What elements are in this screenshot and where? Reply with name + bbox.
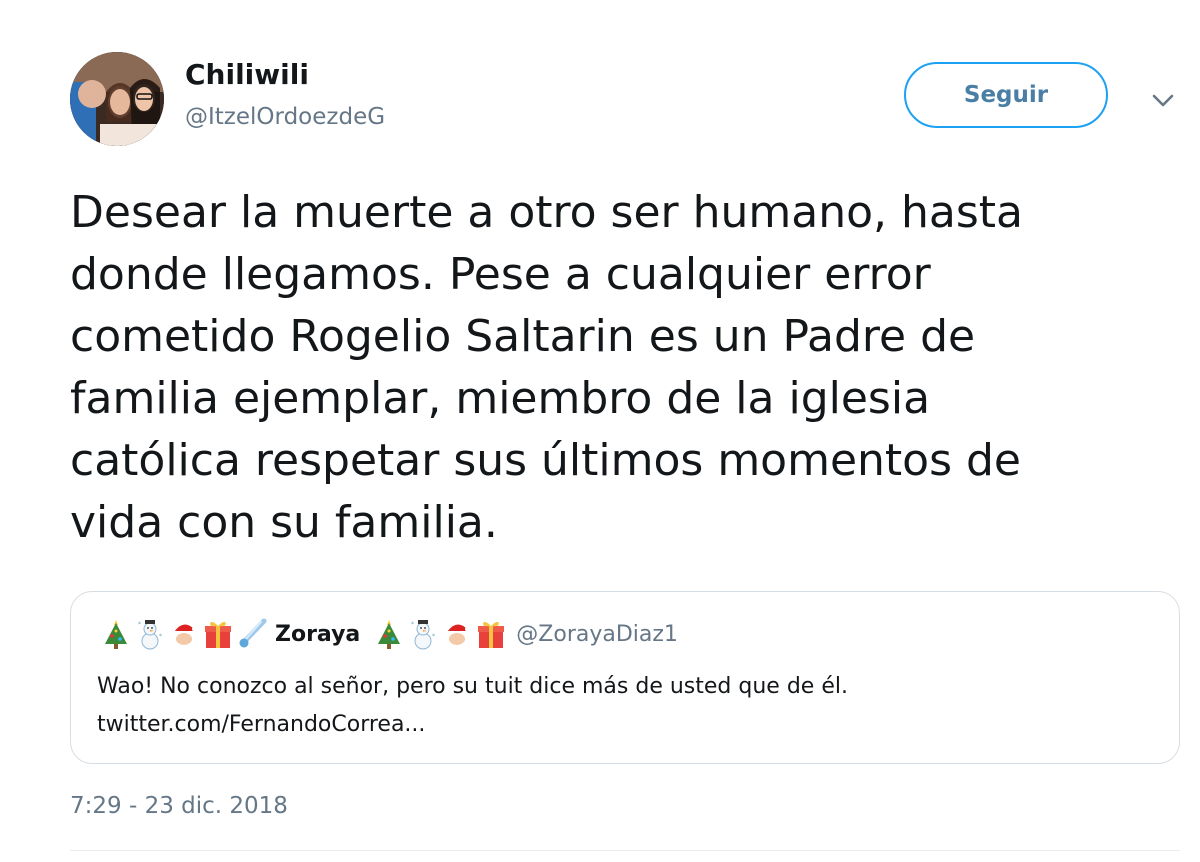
svg-text:*: * [159, 633, 162, 640]
comet-icon [239, 618, 267, 648]
svg-text:*: * [138, 621, 141, 628]
christmas-tree-icon [378, 620, 401, 649]
avatar-image [70, 52, 164, 146]
author-handle[interactable]: @ItzelOrdoezdeG [185, 104, 385, 130]
chevron-down-icon[interactable] [1148, 86, 1178, 116]
gift-icon [478, 621, 505, 648]
tweet-text: Desear la muerte a otro ser humano, hast… [70, 187, 1023, 548]
quoted-tweet-text: Wao! No conozco al señor, pero su tuit d… [97, 674, 848, 737]
tweet-timestamp[interactable]: 7:29 - 23 dic. 2018 [70, 793, 288, 819]
gift-icon [205, 621, 231, 648]
santa-icon [446, 624, 472, 646]
author-display-name[interactable]: Chiliwili [185, 58, 309, 91]
quoted-tweet-header: * * Zoraya * * @ZorayaDiaz1 [101, 614, 678, 654]
quoted-tweet[interactable]: * * Zoraya * * @ZorayaDiaz1 Wao! No cono… [70, 591, 1180, 764]
avatar[interactable] [70, 52, 164, 146]
svg-text:*: * [411, 621, 414, 628]
quoted-author-name: Zoraya [275, 621, 361, 647]
quoted-author-handle: @ZorayaDiaz1 [516, 621, 678, 647]
svg-text:*: * [432, 633, 435, 640]
christmas-tree-icon [105, 620, 127, 649]
tweet-card: Chiliwili @ItzelOrdoezdeG Seguir Desear … [0, 0, 1200, 862]
santa-icon [173, 624, 198, 646]
snowman-icon: ** [138, 620, 162, 650]
follow-button-label: Seguir [963, 82, 1049, 108]
snowman-icon: ** [411, 620, 435, 650]
divider [70, 850, 1180, 851]
follow-button[interactable]: Seguir [904, 62, 1108, 128]
